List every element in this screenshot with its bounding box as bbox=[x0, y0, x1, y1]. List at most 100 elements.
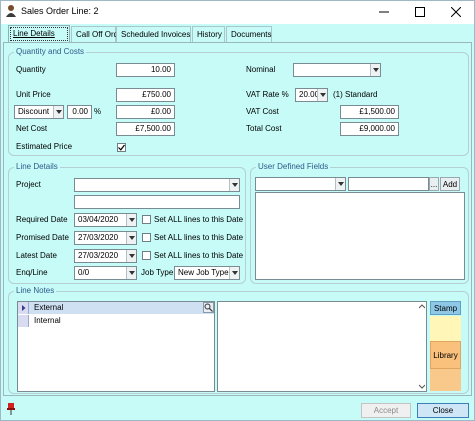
library-button[interactable]: Library bbox=[430, 341, 461, 369]
vat-rate-label: VAT Rate % bbox=[246, 90, 289, 99]
quantity-label: Quantity bbox=[16, 65, 46, 74]
nominal-label: Nominal bbox=[246, 65, 276, 74]
required-date-picker[interactable]: 03/04/2020 bbox=[74, 213, 137, 227]
required-date-dropdown-button[interactable] bbox=[126, 214, 136, 226]
project-description-field[interactable] bbox=[74, 195, 240, 209]
job-type-value: New Job Type bbox=[178, 268, 229, 277]
maximize-button[interactable] bbox=[402, 1, 438, 23]
discount-type-select[interactable]: Discount bbox=[14, 105, 64, 119]
minimize-button[interactable] bbox=[366, 1, 402, 23]
notes-list bbox=[17, 301, 215, 392]
latest-date-dropdown-button[interactable] bbox=[126, 250, 136, 262]
library-area bbox=[430, 369, 461, 391]
vat-rate-description: (1) Standard bbox=[333, 90, 378, 99]
vat-cost-label: VAT Cost bbox=[246, 107, 279, 116]
line-notes-legend: Line Notes bbox=[14, 286, 57, 295]
udf-add-button[interactable]: Add bbox=[440, 177, 460, 191]
user-defined-fields-legend: User Defined Fields bbox=[256, 162, 331, 171]
discount-type-dropdown-button[interactable] bbox=[53, 106, 63, 118]
quantity-field[interactable]: 10.00 bbox=[116, 63, 175, 77]
total-cost-label: Total Cost bbox=[246, 124, 282, 133]
estimated-price-label: Estimated Price bbox=[16, 142, 73, 151]
note-type-external[interactable]: External bbox=[34, 303, 63, 313]
pin-button[interactable] bbox=[5, 402, 17, 416]
unit-price-field[interactable]: £750.00 bbox=[116, 88, 175, 102]
close-icon bbox=[451, 7, 461, 17]
accept-button[interactable]: Accept bbox=[361, 403, 411, 418]
unit-price-label: Unit Price bbox=[16, 90, 51, 99]
required-date-label: Required Date bbox=[16, 215, 68, 224]
udf-browse-button[interactable]: ... bbox=[429, 177, 439, 191]
discount-type-value: Discount bbox=[18, 107, 50, 116]
percent-sign: % bbox=[94, 107, 102, 116]
project-select[interactable] bbox=[74, 178, 240, 192]
checkmark-icon bbox=[118, 144, 125, 151]
latest-date-set-all-checkbox[interactable] bbox=[142, 251, 151, 260]
udf-value-field[interactable] bbox=[348, 177, 429, 191]
discount-value-field[interactable]: £0.00 bbox=[116, 105, 175, 119]
total-cost-field[interactable]: £9,000.00 bbox=[340, 122, 399, 136]
enq-line-select[interactable]: 0/0 bbox=[74, 266, 137, 280]
note-scrollbar[interactable] bbox=[418, 302, 426, 391]
estimated-price-checkbox[interactable] bbox=[117, 143, 126, 152]
note-text-area[interactable] bbox=[217, 301, 427, 392]
promised-date-set-all-checkbox[interactable] bbox=[142, 233, 151, 242]
tab-scheduled-invoices[interactable]: Scheduled Invoices bbox=[116, 26, 191, 42]
latest-date-label: Latest Date bbox=[16, 251, 57, 260]
person-icon bbox=[6, 5, 16, 17]
chevron-down-icon bbox=[128, 236, 135, 240]
project-dropdown-button[interactable] bbox=[229, 179, 239, 191]
note-type-internal[interactable]: Internal bbox=[34, 316, 61, 326]
chevron-down-icon bbox=[55, 110, 62, 114]
chevron-down-icon bbox=[128, 254, 135, 258]
net-cost-label: Net Cost bbox=[16, 124, 48, 133]
latest-date-picker[interactable]: 27/03/2020 bbox=[74, 249, 137, 263]
latest-date-value: 27/03/2020 bbox=[78, 251, 119, 260]
scroll-up-icon[interactable] bbox=[419, 304, 425, 309]
chevron-down-icon bbox=[319, 93, 326, 97]
scroll-down-icon[interactable] bbox=[419, 384, 425, 389]
maximize-icon bbox=[415, 7, 425, 17]
udf-list[interactable] bbox=[255, 192, 465, 280]
enq-line-dropdown-button[interactable] bbox=[126, 267, 136, 279]
stamp-button[interactable]: Stamp bbox=[430, 301, 461, 315]
chevron-down-icon bbox=[372, 68, 379, 72]
vat-rate-select[interactable]: 20.00 bbox=[295, 88, 328, 102]
required-date-value: 03/04/2020 bbox=[78, 215, 119, 224]
promised-date-dropdown-button[interactable] bbox=[126, 232, 136, 244]
row-indicator bbox=[18, 302, 29, 314]
discount-percent-field[interactable]: 0.00 bbox=[67, 105, 92, 119]
tab-call-off-order[interactable]: Call Off Order bbox=[71, 26, 125, 42]
udf-field-dropdown-button[interactable] bbox=[335, 178, 345, 190]
notes-search-button[interactable] bbox=[203, 302, 214, 313]
udf-field-select[interactable] bbox=[255, 177, 346, 191]
vat-rate-dropdown-button[interactable] bbox=[317, 89, 327, 101]
promised-date-picker[interactable]: 27/03/2020 bbox=[74, 231, 137, 245]
required-date-set-all-checkbox[interactable] bbox=[142, 215, 151, 224]
tab-line-details[interactable]: Line Details bbox=[8, 25, 70, 43]
row-indicator bbox=[18, 315, 29, 327]
stamp-area bbox=[430, 316, 461, 341]
enq-line-value: 0/0 bbox=[78, 268, 90, 277]
promised-date-value: 27/03/2020 bbox=[78, 233, 119, 242]
chevron-down-icon bbox=[128, 218, 135, 222]
job-type-label: Job Type bbox=[141, 268, 174, 277]
close-window-button[interactable] bbox=[438, 1, 474, 23]
nominal-dropdown-button[interactable] bbox=[370, 64, 380, 76]
project-label: Project bbox=[16, 180, 41, 189]
vat-cost-field[interactable]: £1,500.00 bbox=[340, 105, 399, 119]
job-type-select[interactable]: New Job Type bbox=[174, 266, 240, 280]
close-button[interactable]: Close bbox=[417, 403, 469, 418]
window-title: Sales Order Line: 2 bbox=[21, 6, 99, 16]
chevron-down-icon bbox=[337, 182, 344, 186]
pin-icon bbox=[7, 403, 15, 415]
required-date-set-all-label: Set ALL lines to this Date bbox=[154, 215, 244, 224]
minimize-icon bbox=[379, 11, 389, 13]
tab-documents[interactable]: Documents bbox=[226, 26, 272, 42]
nominal-select[interactable] bbox=[293, 63, 381, 77]
tab-history[interactable]: History bbox=[192, 26, 225, 42]
chevron-down-icon bbox=[128, 271, 135, 275]
chevron-down-icon bbox=[231, 271, 238, 275]
job-type-dropdown-button[interactable] bbox=[229, 267, 239, 279]
net-cost-field[interactable]: £7,500.00 bbox=[116, 122, 175, 136]
